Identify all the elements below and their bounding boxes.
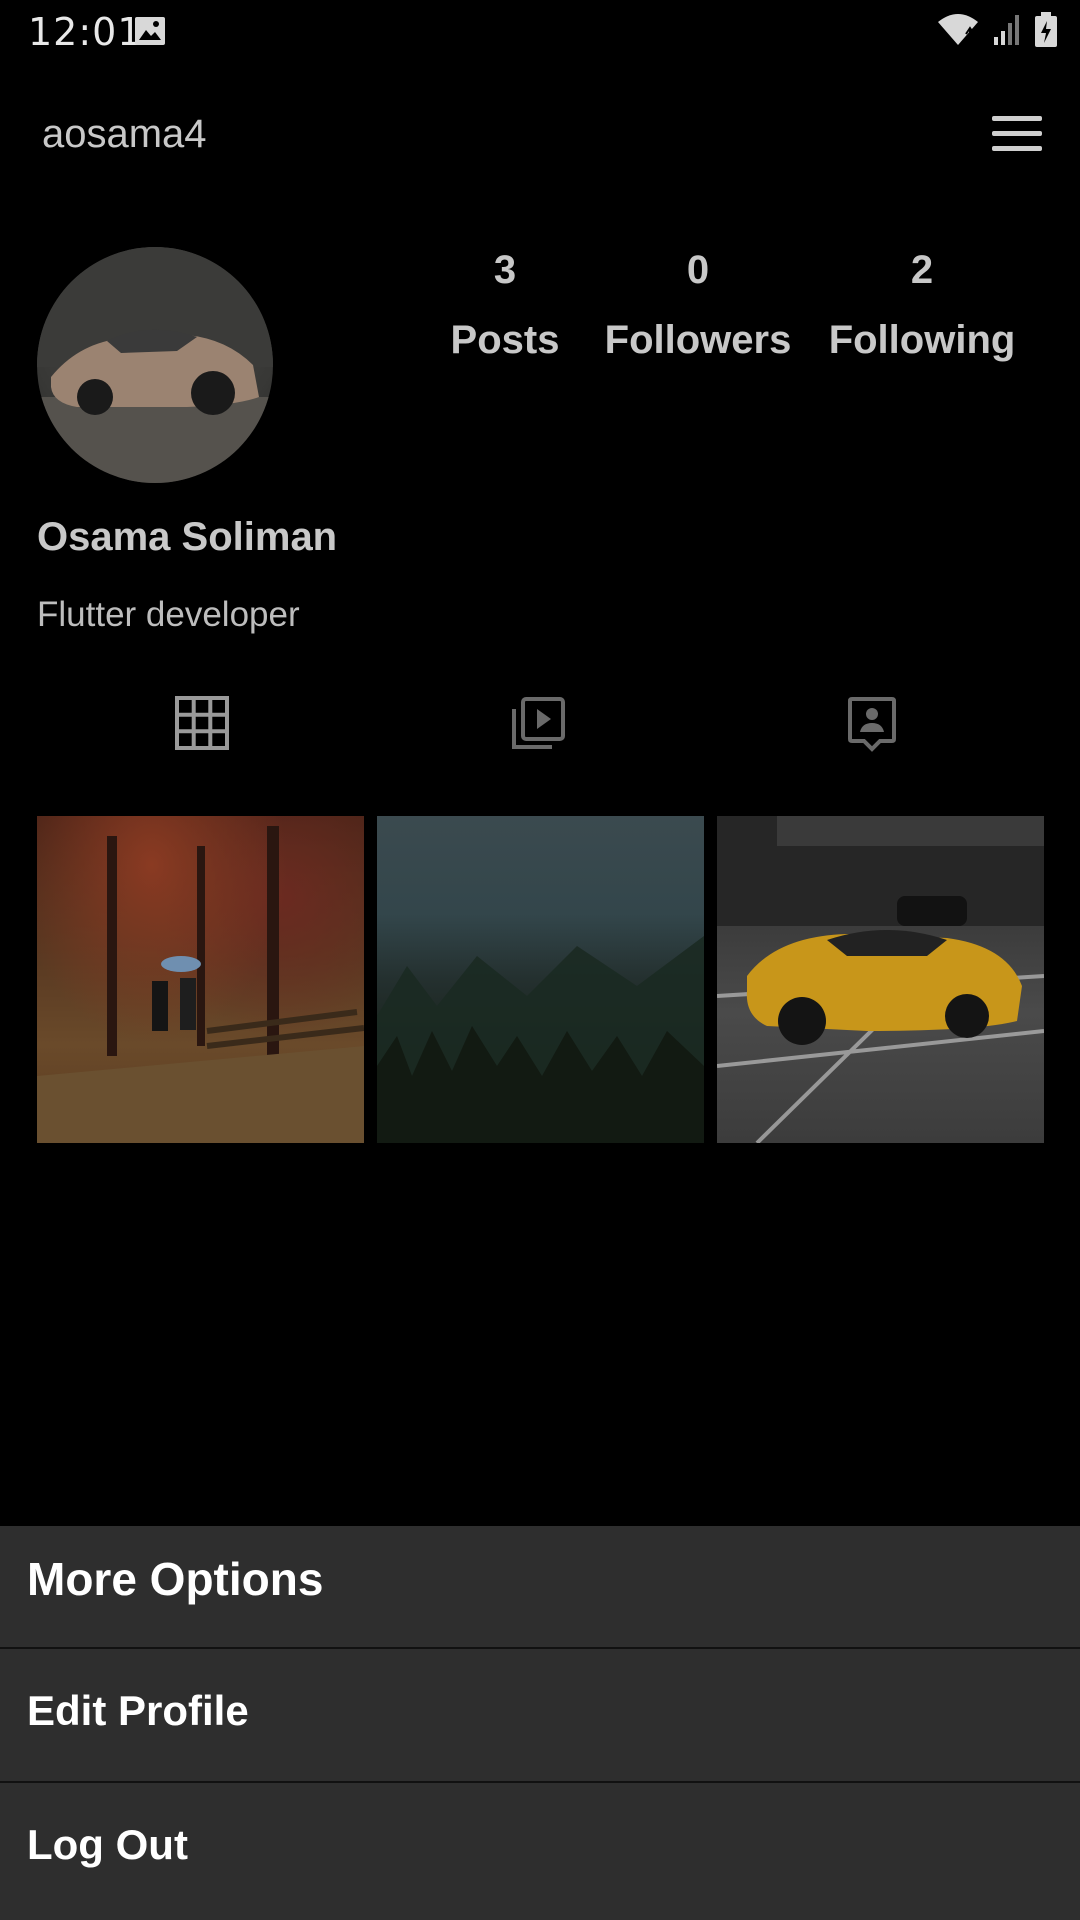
post-thumbnail-autumn-forest[interactable] xyxy=(37,816,364,1143)
posts-label: Posts xyxy=(450,318,560,362)
tagged-icon xyxy=(846,697,898,757)
edit-profile-button[interactable]: Edit Profile xyxy=(0,1649,1080,1781)
bio: Flutter developer xyxy=(37,595,300,634)
profile-screen: 12:01 aosama4 3 Posts 0 Followers 2 Foll… xyxy=(0,0,1080,1920)
hamburger-menu-icon[interactable] xyxy=(992,116,1042,152)
battery-icon xyxy=(1034,12,1058,48)
edit-profile-label: Edit Profile xyxy=(27,1687,249,1734)
display-name: Osama Soliman xyxy=(37,515,338,559)
log-out-label: Log Out xyxy=(27,1821,188,1868)
status-time: 12:01 xyxy=(28,10,143,54)
reels-icon xyxy=(510,697,566,755)
more-options-sheet: More Options Edit Profile Log Out xyxy=(0,1526,1080,1920)
tab-tagged[interactable] xyxy=(846,695,906,759)
image-notification-icon xyxy=(134,16,166,46)
stat-followers[interactable]: 0 Followers xyxy=(598,246,798,364)
grid-icon xyxy=(174,696,230,755)
tab-reels[interactable] xyxy=(510,695,570,759)
username-title: aosama4 xyxy=(42,112,207,156)
following-count: 2 xyxy=(910,248,934,292)
profile-tabs xyxy=(0,695,1080,763)
followers-count: 0 xyxy=(686,248,710,292)
tab-grid[interactable] xyxy=(174,695,234,759)
posts-grid xyxy=(37,816,1044,1143)
followers-label: Followers xyxy=(604,318,792,362)
status-bar: 12:01 xyxy=(0,0,1080,66)
signal-icon xyxy=(992,13,1022,47)
profile-stats: 3 Posts 0 Followers 2 Following xyxy=(440,246,1040,376)
post-thumbnail-yellow-car[interactable] xyxy=(717,816,1044,1143)
sheet-title: More Options xyxy=(27,1553,324,1605)
stat-posts[interactable]: 3 Posts xyxy=(440,246,570,364)
avatar[interactable] xyxy=(37,247,273,483)
log-out-button[interactable]: Log Out xyxy=(0,1783,1080,1915)
wifi-icon xyxy=(936,12,980,48)
posts-count: 3 xyxy=(493,248,517,292)
following-label: Following xyxy=(828,318,1016,362)
stat-following[interactable]: 2 Following xyxy=(822,246,1022,364)
app-bar: aosama4 xyxy=(0,86,1080,186)
post-thumbnail-misty-forest[interactable] xyxy=(377,816,704,1143)
